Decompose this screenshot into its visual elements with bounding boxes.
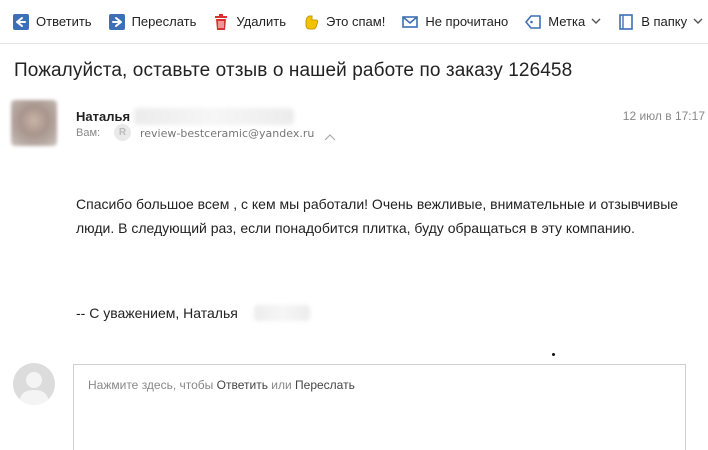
message-body: Спасибо большое всем , с кем мы работали… bbox=[76, 196, 679, 236]
quick-reply-box[interactable]: Нажмите здесь, чтобы Ответить или Пересл… bbox=[73, 364, 686, 450]
user-silhouette-icon bbox=[19, 372, 49, 405]
reply-label: Ответить bbox=[36, 14, 92, 29]
folder-dropdown-label: В папку bbox=[641, 14, 688, 29]
reply-icon bbox=[12, 13, 30, 31]
reply-hint-or: или bbox=[267, 378, 296, 392]
quick-forward-link[interactable]: Переслать bbox=[295, 378, 355, 392]
user-avatar bbox=[13, 363, 55, 405]
delete-label: Удалить bbox=[236, 14, 287, 29]
message-signature: -- С уважением, Наталья bbox=[76, 305, 238, 321]
recipient-avatar: R bbox=[114, 124, 131, 141]
reply-button[interactable]: Ответить bbox=[12, 0, 108, 44]
message-date: 12 июл в 17:17 bbox=[622, 109, 705, 123]
sender-name[interactable]: Наталья bbox=[76, 109, 130, 124]
reply-hint-prefix: Нажмите здесь, чтобы bbox=[88, 378, 217, 392]
chevron-down-icon bbox=[591, 17, 601, 27]
forward-icon bbox=[108, 13, 126, 31]
redacted-signature-surname bbox=[254, 305, 310, 321]
thumbs-down-hand-icon bbox=[302, 13, 320, 31]
redacted-surname bbox=[134, 108, 294, 125]
envelope-icon bbox=[401, 13, 419, 31]
chevron-down-icon bbox=[693, 17, 703, 27]
sender-avatar[interactable] bbox=[11, 100, 57, 146]
mark-unread-button[interactable]: Не прочитано bbox=[401, 0, 524, 44]
tag-icon bbox=[524, 13, 542, 31]
message-toolbar: Ответить Переслать Удалить Это спам! Не … bbox=[0, 0, 708, 44]
forward-label: Переслать bbox=[131, 14, 197, 29]
move-to-folder-dropdown[interactable]: В папку bbox=[617, 0, 708, 44]
unread-label: Не прочитано bbox=[425, 14, 509, 29]
delete-button[interactable]: Удалить bbox=[212, 0, 302, 44]
recipient-email[interactable]: review-bestceramic@yandex.ru bbox=[140, 127, 314, 140]
folder-icon bbox=[617, 13, 635, 31]
label-dropdown-label: Метка bbox=[548, 14, 586, 29]
message-subject: Пожалуйста, оставьте отзыв о нашей работ… bbox=[14, 60, 573, 81]
label-dropdown[interactable]: Метка bbox=[524, 0, 617, 44]
reply-hint: Нажмите здесь, чтобы Ответить или Пересл… bbox=[88, 378, 355, 392]
trash-icon bbox=[212, 13, 230, 31]
stray-dot bbox=[552, 353, 555, 356]
forward-button[interactable]: Переслать bbox=[108, 0, 213, 44]
recipient-label: Вам: bbox=[76, 127, 101, 139]
chevron-up-icon[interactable] bbox=[324, 128, 336, 141]
spam-button[interactable]: Это спам! bbox=[302, 0, 401, 44]
spam-label: Это спам! bbox=[326, 14, 386, 29]
quick-reply-link[interactable]: Ответить bbox=[217, 378, 268, 392]
